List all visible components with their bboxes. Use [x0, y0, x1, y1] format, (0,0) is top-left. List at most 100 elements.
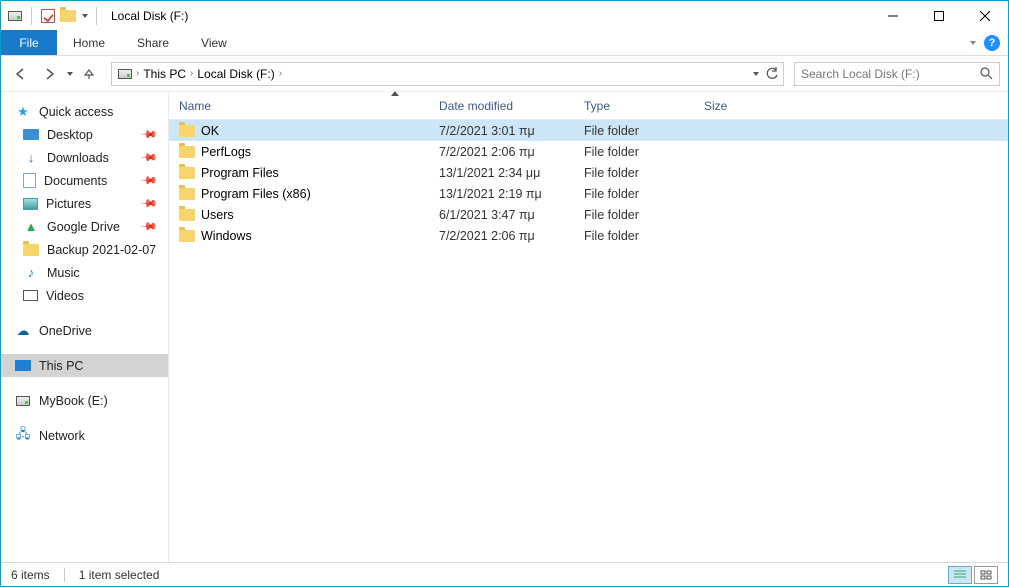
details-view-button[interactable] [948, 566, 972, 584]
table-row[interactable]: Program Files 13/1/2021 2:34 μμFile folde… [169, 162, 1008, 183]
breadcrumb-current[interactable]: Local Disk (F:) [197, 67, 274, 81]
ribbon-expand-icon[interactable] [970, 41, 976, 45]
status-count: 6 items [11, 568, 50, 582]
column-date[interactable]: Date modified [429, 92, 574, 119]
tab-share[interactable]: Share [121, 30, 185, 55]
folder-icon [23, 242, 39, 258]
search-input[interactable]: Search Local Disk (F:) [794, 62, 1000, 86]
download-icon: ↓ [23, 150, 39, 166]
table-row[interactable]: OK 7/2/2021 3:01 πμFile folder [169, 120, 1008, 141]
file-date: 13/1/2021 2:34 μμ [429, 166, 574, 180]
up-button[interactable] [77, 62, 101, 86]
sidebar-item[interactable]: Documents📌 [1, 169, 168, 192]
column-size[interactable]: Size [694, 92, 774, 119]
table-row[interactable]: PerfLogs7/2/2021 2:06 πμFile folder [169, 141, 1008, 162]
file-name: Windows [201, 229, 252, 243]
forward-button[interactable] [37, 62, 61, 86]
refresh-icon[interactable] [765, 67, 779, 81]
desktop-icon [23, 129, 39, 140]
folder-icon [179, 146, 195, 158]
table-row[interactable]: Program Files (x86)13/1/2021 2:19 πμFile… [169, 183, 1008, 204]
file-type: File folder [574, 229, 694, 243]
close-button[interactable] [962, 1, 1008, 30]
sidebar-item[interactable]: Videos [1, 284, 168, 307]
chevron-right-icon[interactable]: › [279, 68, 282, 79]
divider [96, 7, 97, 25]
drive-icon [118, 69, 132, 79]
column-name[interactable]: Name [169, 92, 429, 119]
qat-newfolder-icon[interactable] [60, 8, 76, 24]
back-button[interactable] [9, 62, 33, 86]
drive-icon [7, 8, 23, 24]
picture-icon [23, 198, 38, 210]
star-icon: ★ [15, 104, 31, 120]
music-icon: ♪ [23, 265, 39, 281]
recent-dropdown-icon[interactable] [67, 72, 73, 76]
sidebar-this-pc[interactable]: This PC [1, 354, 168, 377]
file-date: 7/2/2021 3:01 πμ [429, 124, 574, 138]
ribbon: File Home Share View ? [1, 30, 1008, 56]
pin-icon: 📌 [140, 194, 159, 213]
drive-icon [15, 393, 31, 409]
sidebar-quick-access[interactable]: ★Quick access [1, 100, 168, 123]
file-date: 6/1/2021 3:47 πμ [429, 208, 574, 222]
file-name: PerfLogs [201, 145, 251, 159]
tab-home[interactable]: Home [57, 30, 121, 55]
column-type[interactable]: Type [574, 92, 694, 119]
file-tab[interactable]: File [1, 30, 57, 55]
folder-icon [179, 188, 195, 200]
divider [31, 7, 32, 25]
minimize-button[interactable] [870, 1, 916, 30]
sidebar-item-label: Google Drive [47, 220, 120, 234]
breadcrumb-this-pc[interactable]: This PC [143, 67, 186, 81]
qat-dropdown-icon[interactable] [82, 14, 88, 18]
sidebar-item-label: Pictures [46, 197, 91, 211]
file-list: Name Date modified Type Size OK 7/2/2021 … [169, 92, 1008, 562]
sidebar-item-label: Downloads [47, 151, 109, 165]
pin-icon: 📌 [140, 217, 159, 236]
file-name: Users [201, 208, 234, 222]
folder-icon [179, 167, 195, 179]
sidebar-mybook[interactable]: MyBook (E:) [1, 389, 168, 412]
qat-properties-icon[interactable] [40, 8, 56, 24]
sidebar: ★Quick access Desktop📌↓Downloads📌Documen… [1, 92, 169, 562]
sidebar-item[interactable]: ▲Google Drive📌 [1, 215, 168, 238]
sidebar-item[interactable]: Pictures 📌 [1, 192, 168, 215]
cloud-icon: ☁ [15, 323, 31, 339]
sidebar-item[interactable]: ↓ Downloads 📌 [1, 146, 168, 169]
help-icon[interactable]: ? [984, 35, 1000, 51]
sort-ascending-icon [391, 91, 399, 96]
file-date: 7/2/2021 2:06 πμ [429, 145, 574, 159]
sidebar-onedrive[interactable]: ☁OneDrive [1, 319, 168, 342]
maximize-button[interactable] [916, 1, 962, 30]
search-icon[interactable] [980, 67, 993, 80]
folder-icon [179, 125, 195, 137]
table-row[interactable]: Windows7/2/2021 2:06 πμFile folder [169, 225, 1008, 246]
sidebar-network[interactable]: 🖧Network [1, 424, 168, 447]
folder-icon [179, 209, 195, 221]
sidebar-item[interactable]: ♪Music [1, 261, 168, 284]
address-bar[interactable]: › This PC › Local Disk (F:) › [111, 62, 784, 86]
pin-icon: 📌 [140, 148, 159, 167]
large-icons-view-button[interactable] [974, 566, 998, 584]
pin-icon: 📌 [140, 171, 159, 190]
chevron-right-icon[interactable]: › [190, 68, 193, 79]
file-name: OK [201, 124, 219, 138]
window-title: Local Disk (F:) [111, 9, 188, 23]
file-type: File folder [574, 208, 694, 222]
sidebar-item[interactable]: Desktop📌 [1, 123, 168, 146]
sidebar-item-label: Videos [46, 289, 84, 303]
file-type: File folder [574, 124, 694, 138]
address-history-icon[interactable] [753, 72, 759, 76]
sidebar-item[interactable]: Backup 2021-02-07 [1, 238, 168, 261]
table-row[interactable]: Users 6/1/2021 3:47 πμFile folder [169, 204, 1008, 225]
sidebar-item-label: Backup 2021-02-07 [47, 243, 156, 257]
file-name: Program Files [201, 166, 279, 180]
file-date: 13/1/2021 2:19 πμ [429, 187, 574, 201]
tab-view[interactable]: View [185, 30, 243, 55]
file-type: File folder [574, 166, 694, 180]
search-placeholder: Search Local Disk (F:) [801, 67, 920, 81]
chevron-right-icon[interactable]: › [136, 68, 139, 79]
nav-row: › This PC › Local Disk (F:) › Search Local… [1, 56, 1008, 92]
column-headers: Name Date modified Type Size [169, 92, 1008, 120]
